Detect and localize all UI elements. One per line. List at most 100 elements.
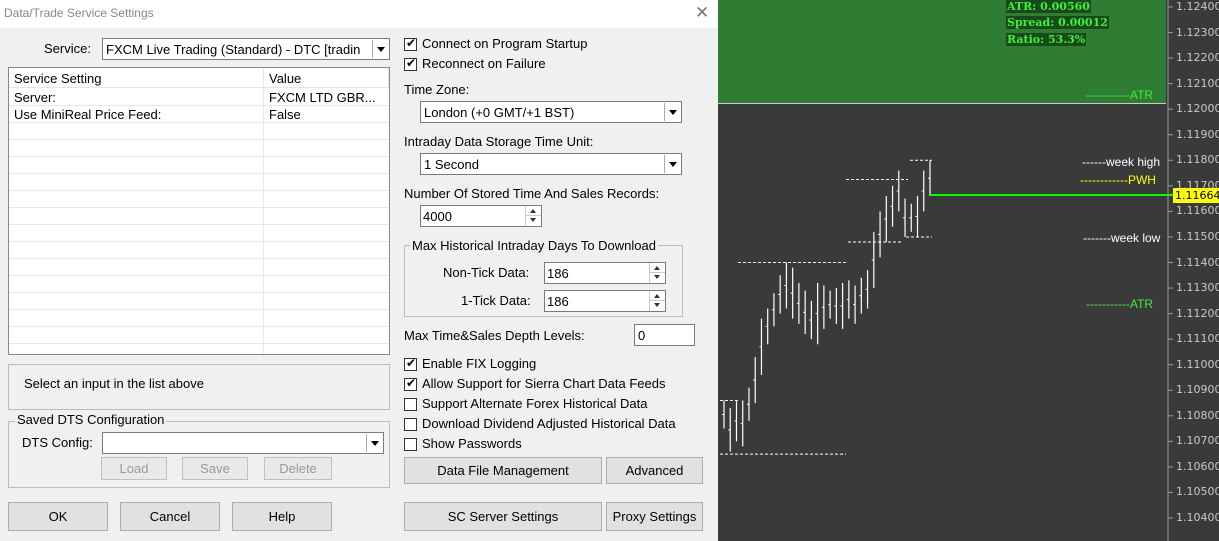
price-axis-tick: 1.10500 <box>1176 485 1219 499</box>
non-tick-spinner[interactable]: 186 <box>544 262 666 284</box>
one-tick-label: 1-Tick Data: <box>461 293 531 308</box>
list-item[interactable] <box>9 344 389 354</box>
price-axis-tick: 1.10700 <box>1176 434 1219 448</box>
help-button[interactable]: Help <box>232 502 332 531</box>
service-select-value: FXCM Live Trading (Standard) - DTC [trad… <box>106 42 361 57</box>
spin-up-icon[interactable] <box>649 263 665 273</box>
close-icon[interactable]: ✕ <box>695 3 709 23</box>
column-header-setting[interactable]: Service Setting <box>9 68 264 88</box>
price-axis-tick: 1.12200 <box>1176 51 1219 65</box>
price-axis-tick: 1.12000 <box>1176 102 1219 116</box>
time-zone-label: Time Zone: <box>404 82 470 97</box>
cancel-button[interactable]: Cancel <box>120 502 220 531</box>
max-days-group-label: Max Historical Intraday Days To Download <box>410 238 658 253</box>
price-axis-tick: 1.11300 <box>1176 281 1219 295</box>
service-select[interactable]: FXCM Live Trading (Standard) - DTC [trad… <box>102 38 390 60</box>
spin-down-icon[interactable] <box>649 273 665 283</box>
checkbox-box[interactable] <box>404 418 417 431</box>
list-item[interactable] <box>9 157 389 174</box>
non-tick-label: Non-Tick Data: <box>443 265 530 280</box>
week-high-label: ------week high <box>1082 155 1161 169</box>
list-item[interactable] <box>9 191 389 208</box>
setting-value: False <box>269 107 301 122</box>
price-axis-tick: 1.11500 <box>1176 229 1219 243</box>
list-item[interactable] <box>9 259 389 276</box>
advanced-button[interactable]: Advanced <box>606 457 703 484</box>
atr-lower-label: -----------ATR <box>1086 297 1154 311</box>
chevron-down-icon[interactable] <box>372 40 388 58</box>
checkbox-box[interactable] <box>404 438 417 451</box>
list-item[interactable] <box>9 310 389 327</box>
atr-upper-label: -----------ATR <box>1086 88 1154 102</box>
storage-unit-value: 1 Second <box>424 157 479 172</box>
spin-down-icon[interactable] <box>525 216 541 226</box>
storage-unit-select[interactable]: 1 Second <box>420 153 682 175</box>
price-axis-tick: 1.11900 <box>1176 127 1219 141</box>
price-axis-tick: 1.11100 <box>1176 332 1219 346</box>
save-button[interactable]: Save <box>182 457 248 480</box>
option-label: Show Passwords <box>422 436 522 451</box>
connect-on-startup-label: Connect on Program Startup <box>422 36 588 51</box>
price-axis-tick: 1.11800 <box>1176 153 1219 167</box>
list-item[interactable] <box>9 174 389 191</box>
option-label: Allow Support for Sierra Chart Data Feed… <box>422 376 666 391</box>
current-price-marker: 1.11664 <box>1173 188 1219 203</box>
price-chart[interactable] <box>718 0 1219 541</box>
list-item[interactable] <box>9 276 389 293</box>
load-button[interactable]: Load <box>101 457 167 480</box>
list-item[interactable] <box>9 293 389 310</box>
service-settings-list[interactable]: Service Setting Value Server: FXCM LTD GB… <box>8 67 390 355</box>
list-item[interactable]: Server: FXCM LTD GBR... <box>9 89 389 106</box>
checkbox-box[interactable] <box>404 398 417 411</box>
checkbox-box[interactable] <box>404 376 417 391</box>
spin-down-icon[interactable] <box>649 301 665 311</box>
time-zone-select[interactable]: London (+0 GMT/+1 BST) <box>420 101 682 123</box>
chevron-down-icon[interactable] <box>664 155 680 173</box>
spread-readout: Spread: 0.00012 <box>1006 16 1109 29</box>
proxy-settings-button[interactable]: Proxy Settings <box>606 502 703 531</box>
ok-button[interactable]: OK <box>8 502 108 531</box>
price-axis-tick: 1.11600 <box>1176 204 1219 218</box>
price-chart-canvas[interactable] <box>718 0 1219 541</box>
list-item[interactable] <box>9 140 389 157</box>
non-tick-value: 186 <box>547 266 569 281</box>
checkbox-box[interactable] <box>404 56 417 71</box>
sc-server-settings-button[interactable]: SC Server Settings <box>404 502 602 531</box>
week-low-label: -------week low <box>1083 231 1161 245</box>
list-item[interactable] <box>9 327 389 344</box>
price-axis-tick: 1.11000 <box>1176 357 1219 371</box>
column-header-value[interactable]: Value <box>264 68 389 88</box>
list-item[interactable] <box>9 242 389 259</box>
setting-name: Use MiniReal Price Feed: <box>14 107 162 122</box>
price-axis-tick: 1.12100 <box>1176 76 1219 90</box>
list-item[interactable]: Use MiniReal Price Feed: False <box>9 106 389 123</box>
spin-up-icon[interactable] <box>525 206 541 216</box>
max-depth-label: Max Time&Sales Depth Levels: <box>404 328 585 343</box>
dialog-title: Data/Trade Service Settings <box>4 6 154 20</box>
price-axis-tick: 1.11400 <box>1176 255 1219 269</box>
chevron-down-icon[interactable] <box>664 103 680 121</box>
dts-config-select[interactable] <box>102 432 384 454</box>
option-label: Support Alternate Forex Historical Data <box>422 396 648 411</box>
list-item[interactable] <box>9 225 389 242</box>
delete-button[interactable]: Delete <box>264 457 332 480</box>
max-depth-value: 0 <box>638 328 646 343</box>
data-trade-service-settings-dialog: Data/Trade Service Settings ✕ Service: F… <box>0 0 718 541</box>
title-bar: Data/Trade Service Settings ✕ <box>0 0 718 28</box>
one-tick-spinner[interactable]: 186 <box>544 290 666 312</box>
list-item[interactable] <box>9 208 389 225</box>
chevron-down-icon[interactable] <box>366 434 382 452</box>
spin-up-icon[interactable] <box>649 291 665 301</box>
stored-records-spinner[interactable]: 4000 <box>420 205 542 227</box>
data-file-management-button[interactable]: Data File Management <box>404 457 602 484</box>
checkbox-box[interactable] <box>404 356 417 371</box>
stored-records-label: Number Of Stored Time And Sales Records: <box>404 186 660 201</box>
saved-dts-group-label: Saved DTS Configuration <box>15 412 167 427</box>
list-item[interactable] <box>9 123 389 140</box>
checkbox-box[interactable] <box>404 36 417 51</box>
stored-records-value: 4000 <box>423 209 452 224</box>
price-axis-tick: 1.10900 <box>1176 383 1219 397</box>
reconnect-on-failure-label: Reconnect on Failure <box>422 56 546 71</box>
max-depth-input[interactable]: 0 <box>634 324 695 346</box>
storage-unit-label: Intraday Data Storage Time Unit: <box>404 134 594 149</box>
